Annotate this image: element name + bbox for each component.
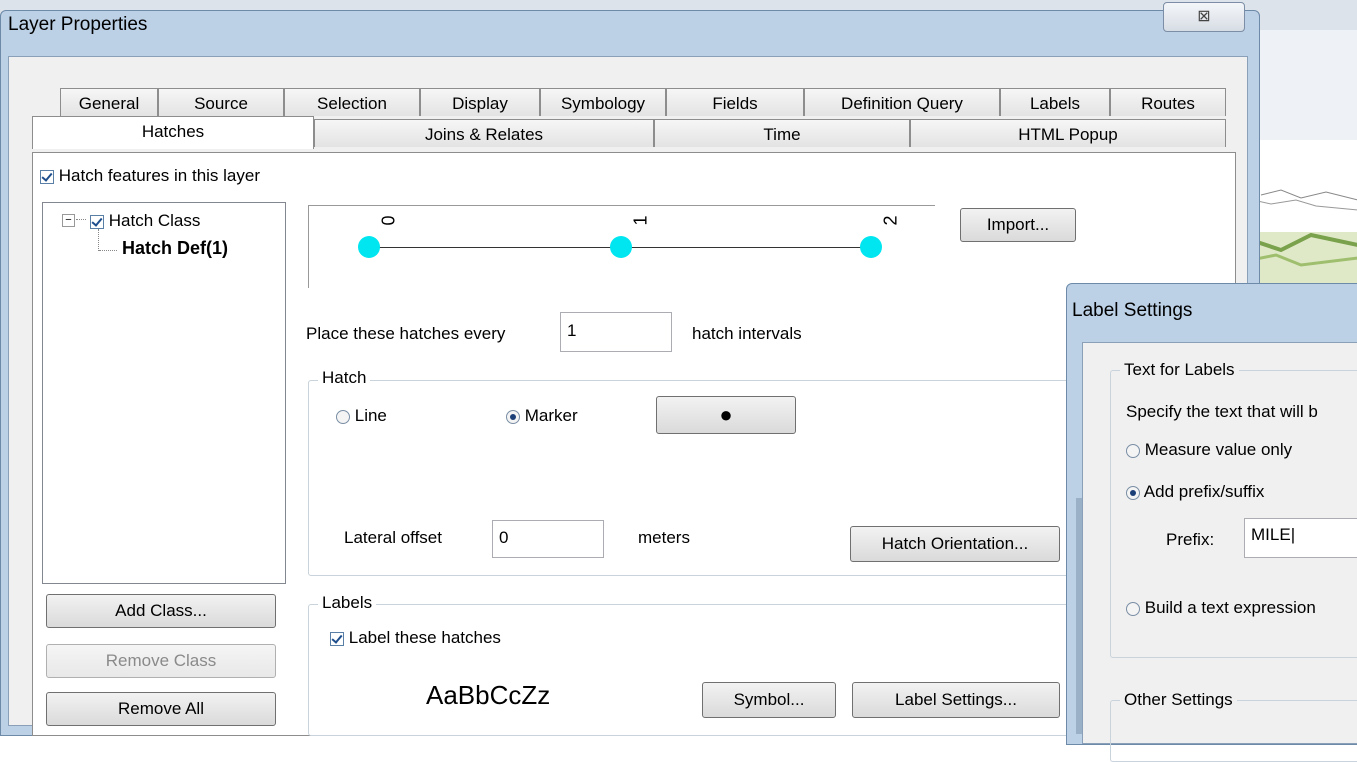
hatch-interval-input[interactable]: 1 — [560, 312, 672, 352]
label-hatches-label: Label these hatches — [348, 628, 501, 647]
label-settings-scroll-edge — [1076, 498, 1082, 734]
remove-all-button[interactable]: Remove All — [46, 692, 276, 726]
add-class-button[interactable]: Add Class... — [46, 594, 276, 628]
hatch-dot-1 — [610, 236, 632, 258]
label-settings-button[interactable]: Label Settings... — [852, 682, 1060, 718]
line-radio-label: Line — [354, 406, 387, 425]
label-preview: AaBbCcZz — [426, 680, 551, 710]
lateral-offset-label: Lateral offset — [344, 528, 442, 547]
hatch-dot-2 — [860, 236, 882, 258]
hatch-features-checkbox[interactable]: Hatch features in this layer — [40, 166, 260, 186]
tab-symbology[interactable]: Symbology — [540, 88, 666, 116]
tab-source[interactable]: Source — [158, 88, 284, 116]
checkbox-checked-icon — [40, 169, 54, 184]
tree-connector — [99, 250, 117, 251]
hatch-orientation-button[interactable]: Hatch Orientation... — [850, 526, 1060, 562]
hatch-group-title: Hatch — [318, 368, 371, 388]
line-radio[interactable]: Line — [336, 406, 387, 426]
specify-text-label: Specify the text that will b — [1126, 402, 1318, 421]
hatch-dot-0 — [358, 236, 380, 258]
place-hatches-label: Place these hatches every — [306, 324, 506, 343]
checkbox-checked-icon — [330, 631, 344, 646]
labels-group-title: Labels — [318, 593, 377, 613]
tree-connector — [98, 229, 100, 251]
close-icon: ⊠ — [1197, 8, 1211, 25]
hatch-tick-1: 1 — [630, 215, 651, 226]
marker-radio-label: Marker — [524, 406, 578, 425]
prefix-value: MILE — [1251, 525, 1291, 544]
tab-labels[interactable]: Labels — [1000, 88, 1110, 116]
text-cursor: | — [1290, 525, 1296, 544]
prefix-input[interactable]: MILE| — [1244, 518, 1357, 558]
marker-symbol-button[interactable]: ● — [656, 396, 796, 434]
prefix-suffix-radio[interactable]: Add prefix/suffix — [1126, 482, 1264, 502]
hatch-intervals-label: hatch intervals — [692, 324, 802, 343]
text-expression-radio[interactable]: Build a text expression — [1126, 598, 1316, 618]
label-settings-title: Label Settings — [1072, 300, 1193, 321]
dialog-title: Layer Properties — [8, 14, 148, 35]
tab-html-popup[interactable]: HTML Popup — [910, 119, 1226, 147]
tab-selection[interactable]: Selection — [284, 88, 420, 116]
measure-value-radio[interactable]: Measure value only — [1126, 440, 1292, 460]
radio-off-icon — [336, 409, 350, 424]
collapse-icon[interactable]: − — [62, 214, 75, 227]
radio-off-icon — [1126, 601, 1140, 616]
prefix-suffix-label: Add prefix/suffix — [1143, 482, 1265, 501]
prefix-label: Prefix: — [1166, 530, 1215, 549]
tab-time[interactable]: Time — [654, 119, 910, 147]
hatch-features-label: Hatch features in this layer — [58, 166, 260, 185]
symbol-button[interactable]: Symbol... — [702, 682, 836, 718]
tab-general[interactable]: General — [60, 88, 158, 116]
measure-value-label: Measure value only — [1144, 440, 1293, 459]
tab-fields[interactable]: Fields — [666, 88, 804, 116]
marker-radio[interactable]: Marker — [506, 406, 578, 426]
tab-display[interactable]: Display — [420, 88, 540, 116]
checkbox-checked-icon — [90, 214, 104, 229]
tab-definition-query[interactable]: Definition Query — [804, 88, 1000, 116]
tab-routes[interactable]: Routes — [1110, 88, 1226, 116]
text-expression-label: Build a text expression — [1144, 598, 1316, 617]
tree-item-label: Hatch Class — [108, 211, 201, 230]
text-for-labels-title: Text for Labels — [1120, 360, 1239, 380]
import-button[interactable]: Import... — [960, 208, 1076, 242]
other-settings-title: Other Settings — [1120, 690, 1237, 710]
radio-on-icon — [506, 409, 520, 424]
lateral-offset-input[interactable]: 0 — [492, 520, 604, 558]
close-button[interactable]: ⊠ — [1163, 2, 1245, 32]
tree-connector — [76, 219, 86, 220]
radio-off-icon — [1126, 443, 1140, 458]
hatch-tick-2: 2 — [880, 215, 901, 226]
tab-hatches[interactable]: Hatches — [32, 116, 314, 149]
tree-item-hatch-def[interactable]: Hatch Def(1) — [122, 238, 228, 259]
offset-unit-label: meters — [638, 528, 690, 547]
tree-item-hatch-class[interactable]: Hatch Class — [90, 211, 200, 231]
tab-joins-relates[interactable]: Joins & Relates — [314, 119, 654, 147]
remove-class-button[interactable]: Remove Class — [46, 644, 276, 678]
label-hatches-checkbox[interactable]: Label these hatches — [330, 628, 501, 648]
hatch-tree-panel — [42, 202, 286, 584]
radio-on-icon — [1126, 485, 1140, 500]
marker-dot-icon: ● — [719, 402, 733, 427]
hatch-tick-0: 0 — [378, 215, 399, 226]
